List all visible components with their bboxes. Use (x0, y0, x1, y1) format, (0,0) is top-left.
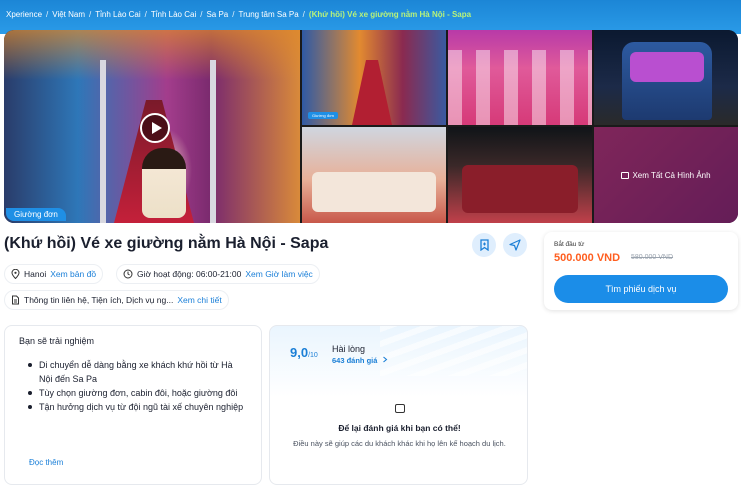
chevron-right-icon (382, 356, 387, 363)
breadcrumb-separator: / (200, 10, 203, 19)
image-icon (621, 171, 630, 179)
breadcrumb-separator: / (144, 10, 147, 19)
breadcrumb-item-sapa[interactable]: Sa Pa (206, 10, 228, 19)
bookmark-button[interactable] (472, 233, 496, 257)
breadcrumb-item-vietnam[interactable]: Việt Nam (52, 10, 85, 19)
bus-windshield (630, 52, 704, 82)
breadcrumb-separator: / (89, 10, 92, 19)
price-from-label: Bắt đầu từ (554, 241, 585, 248)
gallery-thumb-4[interactable] (302, 127, 446, 223)
page-title: (Khứ hồi) Vé xe giường nằm Hà Nội - Sapa (4, 235, 329, 252)
review-score: 9,0/10 (290, 345, 318, 360)
list-item: Di chuyển dễ dàng bằng xe khách khứ hồi … (27, 358, 247, 386)
passenger-photo (142, 148, 186, 218)
review-label: Hài lòng (332, 344, 366, 354)
breadcrumb-separator: / (46, 10, 49, 19)
experience-card: Bạn sẽ trải nghiệm Di chuyển dễ dàng bằn… (4, 325, 262, 485)
document-icon (12, 295, 19, 305)
breadcrumb-item-sapa-center[interactable]: Trung tâm Sa Pa (238, 10, 298, 19)
view-details-link[interactable]: Xem chi tiết (177, 295, 221, 305)
clock-icon (123, 269, 133, 279)
gallery-thumb-5[interactable] (448, 127, 592, 223)
breadcrumb-bar: Xperience / Việt Nam / Tỉnh Lào Cai / Tỉ… (0, 0, 741, 34)
bus-ceiling-lights (4, 30, 300, 80)
photo-tag: Giường đơn (6, 208, 66, 221)
experience-list: Di chuyển dễ dàng bằng xe khách khứ hồi … (27, 358, 247, 414)
location-name: Hanoi (24, 269, 47, 279)
view-all-label: Xem Tất Cả Hình Ảnh (632, 170, 711, 180)
text-fade (15, 428, 255, 456)
photo-tag: Giường đơn (308, 112, 338, 119)
bus-aisle (352, 60, 392, 125)
gallery-view-all[interactable]: Xem Tất Cả Hình Ảnh (594, 127, 738, 223)
view-hours-link[interactable]: Xem Giờ làm việc (245, 269, 312, 279)
review-card: 9,0/10 Hài lòng 643 đánh giá Để lại đánh… (269, 325, 528, 485)
original-price: 580.000 VND (631, 254, 674, 261)
find-tickets-button[interactable]: Tìm phiếu dịch vụ (554, 275, 728, 303)
view-map-link[interactable]: Xem bản đồ (50, 269, 96, 279)
cabin-bunk (462, 165, 578, 213)
cabin-rows (448, 50, 592, 125)
share-icon (509, 239, 521, 251)
list-item: Tùy chọn giường đơn, cabin đôi, hoặc giư… (27, 386, 247, 400)
review-count-link[interactable]: 643 đánh giá (332, 356, 388, 365)
breadcrumb-separator: / (302, 10, 305, 19)
location-pin-icon (11, 269, 20, 279)
bookmark-icon (479, 239, 489, 251)
review-count: 643 đánh giá (332, 356, 378, 365)
score-denominator: /10 (308, 352, 318, 359)
hours-chip: Giờ hoạt động: 06:00-21:00 Xem Giờ làm v… (116, 264, 320, 284)
breadcrumb-item-lao-cai[interactable]: Tỉnh Lào Cai (95, 10, 140, 19)
gallery-thumb-2[interactable] (448, 30, 592, 125)
breadcrumb-current: (Khứ hồi) Vé xe giường nằm Hà Nội - Sapa (308, 10, 472, 19)
share-button[interactable] (503, 233, 527, 257)
info-chip: Thông tin liên hệ, Tiện ích, Dịch vụ ng.… (4, 290, 229, 310)
breadcrumb: Xperience / Việt Nam / Tỉnh Lào Cai / Tỉ… (6, 10, 471, 19)
photo-gallery: Giường đơn Giường đơn Xem Tất Cả Hình Ản… (4, 30, 738, 223)
bus-pillar (100, 60, 106, 223)
opening-hours: Giờ hoạt động: 06:00-21:00 (137, 269, 242, 279)
price-card: Bắt đầu từ 500.000 VND 580.000 VND Tìm p… (544, 232, 738, 310)
current-price: 500.000 VND (554, 252, 621, 264)
play-icon[interactable] (140, 113, 170, 143)
review-prompt-body: Điều này sẽ giúp các du khách khác khi h… (293, 439, 506, 448)
cabin-bed (312, 172, 436, 212)
read-more-link[interactable]: Đọc thêm (29, 458, 63, 467)
info-summary: Thông tin liên hệ, Tiện ích, Dịch vụ ng.… (24, 295, 174, 305)
gallery-main-video[interactable]: Giường đơn (4, 30, 300, 223)
breadcrumb-item-xperience[interactable]: Xperience (6, 10, 42, 19)
bus-pillar (210, 60, 216, 223)
score-value: 9,0 (290, 345, 309, 360)
breadcrumb-separator: / (232, 10, 235, 19)
experience-title: Bạn sẽ trải nghiệm (19, 336, 95, 346)
gallery-thumb-3[interactable] (594, 30, 738, 125)
breadcrumb-item-lao-cai-2[interactable]: Tỉnh Lào Cai (151, 10, 196, 19)
view-all-photos-button[interactable]: Xem Tất Cả Hình Ảnh (594, 127, 738, 223)
location-chip: Hanoi Xem bản đồ (4, 264, 104, 284)
gallery-thumb-1[interactable]: Giường đơn (302, 30, 446, 125)
decorative-wave (380, 326, 527, 376)
review-prompt-title: Để lại đánh giá khi bạn có thể! (338, 423, 461, 433)
list-item: Tận hưởng dịch vụ từ đội ngũ tài xế chuy… (27, 400, 247, 414)
chat-icon (395, 404, 405, 413)
